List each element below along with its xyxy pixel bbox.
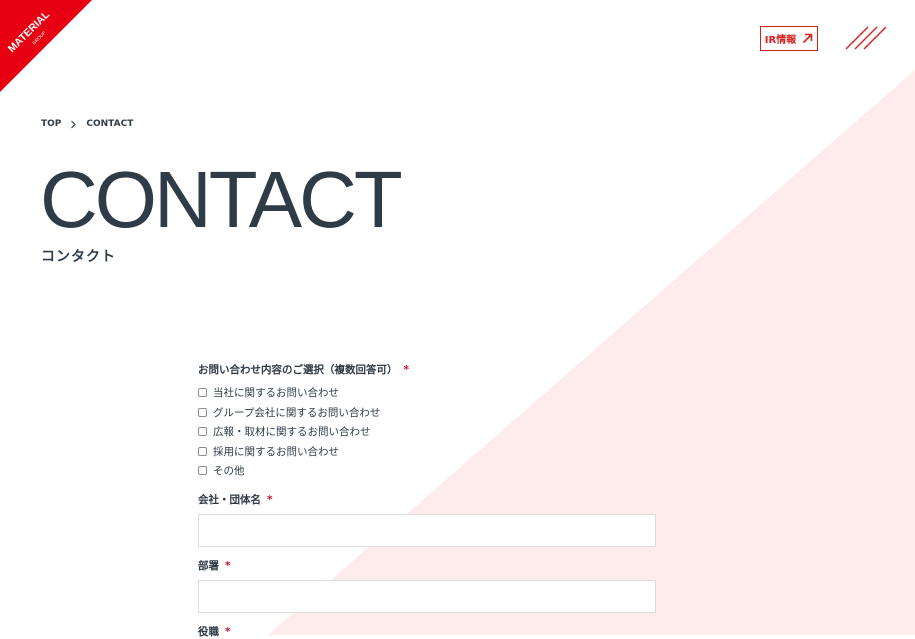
- company-name-field-group: 会社・団体名 *: [198, 492, 656, 547]
- breadcrumb-home-link[interactable]: TOP: [41, 119, 61, 129]
- menu-button[interactable]: [844, 25, 890, 51]
- inquiry-option-press[interactable]: 広報・取材に関するお問い合わせ: [198, 422, 656, 442]
- inquiry-checkbox-company[interactable]: [198, 388, 207, 398]
- required-mark: *: [267, 493, 273, 506]
- inquiry-option-label: 当社に関するお問い合わせ: [213, 387, 339, 400]
- breadcrumb: TOP CONTACT: [41, 119, 133, 129]
- inquiry-option-company[interactable]: 当社に関するお問い合わせ: [198, 383, 656, 403]
- position-field-group: 役職 *: [198, 624, 656, 639]
- inquiry-option-recruit[interactable]: 採用に関するお問い合わせ: [198, 442, 656, 462]
- breadcrumb-current: CONTACT: [86, 119, 134, 129]
- inquiry-checkbox-press[interactable]: [198, 427, 207, 437]
- required-mark: *: [225, 559, 231, 572]
- contact-form: お問い合わせ内容のご選択（複数回答可） * 当社に関するお問い合わせ グループ会社…: [198, 362, 656, 639]
- inquiry-checkbox-recruit[interactable]: [198, 446, 207, 456]
- company-logo[interactable]: MATERIAL GROUP: [0, 0, 95, 95]
- inquiry-option-label: 採用に関するお問い合わせ: [213, 445, 339, 458]
- hamburger-slash-icon: [845, 26, 887, 50]
- department-field-group: 部署 *: [198, 558, 656, 613]
- page-title: CONTACT: [40, 155, 403, 244]
- inquiry-option-label: グループ会社に関するお問い合わせ: [213, 406, 381, 419]
- ir-info-label: IR情報: [764, 35, 797, 46]
- company-name-input[interactable]: [198, 513, 656, 547]
- page-subtitle: コンタクト: [41, 249, 116, 265]
- company-name-label: 会社・団体名 *: [198, 493, 273, 506]
- inquiry-checkbox-other[interactable]: [198, 466, 207, 476]
- inquiry-option-label: その他: [213, 465, 245, 478]
- inquiry-type-label: お問い合わせ内容のご選択（複数回答可） *: [198, 364, 410, 376]
- inquiry-option-group-company[interactable]: グループ会社に関するお問い合わせ: [198, 403, 656, 423]
- position-label: 役職 *: [198, 625, 231, 638]
- chevron-right-icon: [71, 120, 77, 128]
- inquiry-option-label: 広報・取材に関するお問い合わせ: [213, 426, 371, 439]
- department-label: 部署 *: [198, 559, 231, 572]
- required-mark: *: [225, 625, 231, 638]
- ir-info-link[interactable]: IR情報: [760, 26, 818, 51]
- arrow-up-right-icon: [803, 33, 813, 44]
- required-mark: *: [403, 364, 410, 376]
- department-input[interactable]: [198, 579, 656, 613]
- inquiry-checkbox-group-company[interactable]: [198, 407, 207, 417]
- inquiry-option-other[interactable]: その他: [198, 461, 656, 481]
- inquiry-type-group: お問い合わせ内容のご選択（複数回答可） * 当社に関するお問い合わせ グループ会社…: [198, 362, 656, 481]
